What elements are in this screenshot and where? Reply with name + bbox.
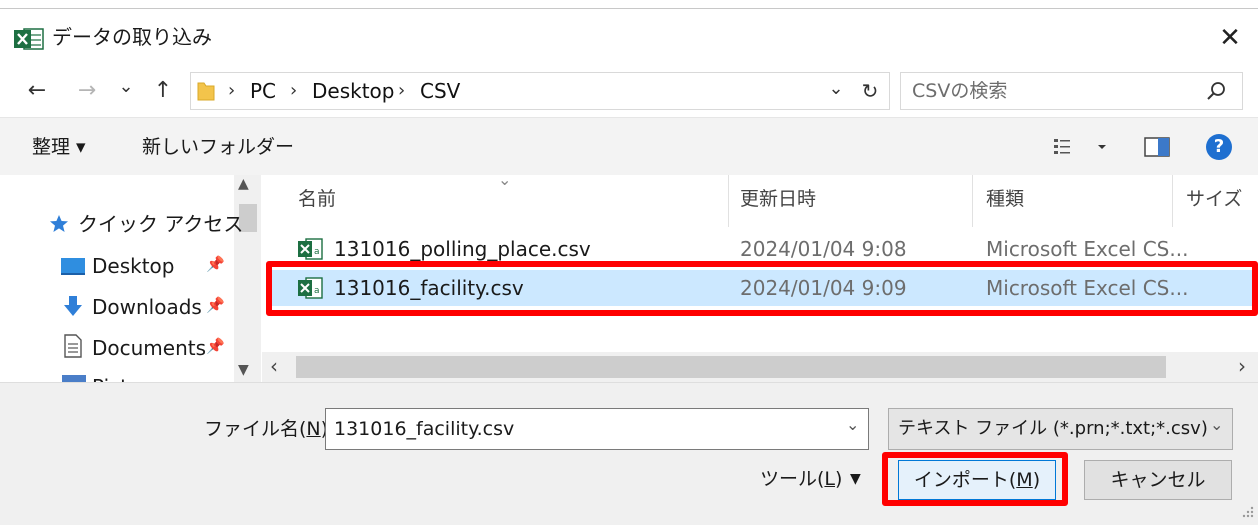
scroll-left-arrow[interactable]: ‹ bbox=[270, 354, 278, 378]
breadcrumb-desktop[interactable]: Desktop bbox=[312, 73, 394, 109]
filename-label-accesskey: N bbox=[306, 418, 321, 440]
search-icon[interactable] bbox=[1206, 80, 1228, 102]
column-divider[interactable] bbox=[972, 175, 973, 227]
resize-grip-icon[interactable] bbox=[1240, 504, 1254, 518]
star-icon bbox=[48, 213, 70, 235]
filename-label: ファイル名(N): bbox=[204, 414, 334, 444]
back-button[interactable]: ← bbox=[22, 76, 52, 106]
new-folder-button[interactable]: 新しいフォルダー bbox=[142, 132, 294, 162]
sidebar-item-desktop[interactable]: Desktop bbox=[92, 251, 174, 281]
scroll-down-arrow[interactable]: ▼ bbox=[238, 362, 249, 378]
document-icon bbox=[64, 334, 82, 358]
folder-icon bbox=[196, 79, 216, 103]
pictures-icon bbox=[62, 375, 86, 382]
highlight-box-selected-file bbox=[266, 261, 1258, 316]
breadcrumb-csv[interactable]: CSV bbox=[420, 73, 460, 109]
view-list-icon[interactable] bbox=[1052, 136, 1108, 158]
file-type-filter-value: テキスト ファイル (*.prn;*.txt;*.csv) bbox=[898, 418, 1208, 439]
preview-pane-icon[interactable] bbox=[1144, 137, 1170, 157]
csv-file-icon: a bbox=[298, 237, 324, 261]
scroll-right-arrow[interactable]: › bbox=[1238, 354, 1246, 378]
close-button[interactable]: ✕ bbox=[1210, 18, 1250, 58]
column-header-type[interactable]: 種類 bbox=[986, 184, 1024, 214]
dialog-footer bbox=[0, 382, 1258, 525]
column-header-size[interactable]: サイズ bbox=[1186, 184, 1242, 214]
help-button[interactable]: ? bbox=[1206, 134, 1232, 160]
search-placeholder: CSVの検索 bbox=[912, 80, 1008, 102]
excel-icon bbox=[14, 27, 44, 51]
address-dropdown-button[interactable]: ⌄ bbox=[824, 74, 848, 104]
breadcrumb-separator: › bbox=[228, 80, 236, 101]
highlight-box-import-button bbox=[882, 452, 1068, 506]
chevron-down-icon[interactable]: ⌄ bbox=[846, 415, 859, 434]
filename-label-text: ファイル名( bbox=[204, 418, 307, 440]
column-header-modified[interactable]: 更新日時 bbox=[740, 184, 816, 214]
column-divider[interactable] bbox=[1172, 175, 1173, 227]
svg-text:a: a bbox=[314, 247, 320, 257]
sidebar-item-quick-access[interactable]: クイック アクセス bbox=[78, 209, 243, 239]
breadcrumb-separator: › bbox=[398, 80, 406, 101]
horizontal-scroll-thumb[interactable] bbox=[296, 356, 1166, 378]
sidebar-item-downloads[interactable]: Downloads bbox=[92, 292, 202, 322]
sidebar-item-pictures[interactable]: Pict... bbox=[92, 372, 152, 382]
recent-locations-button[interactable]: ⌄ bbox=[112, 72, 140, 102]
download-arrow-icon bbox=[62, 295, 84, 317]
tools-suffix: ) bbox=[835, 468, 843, 490]
up-folder-button[interactable]: ↑ bbox=[148, 76, 178, 106]
sort-indicator-icon: ⌄ bbox=[498, 170, 512, 189]
pin-icon: 📌 bbox=[206, 337, 225, 355]
chevron-down-icon[interactable]: ⌄ bbox=[1210, 415, 1223, 434]
window-top-edge bbox=[0, 0, 1258, 9]
breadcrumb-pc[interactable]: PC bbox=[250, 73, 276, 109]
pin-icon: 📌 bbox=[206, 296, 225, 314]
tools-label: ツール( bbox=[760, 468, 825, 490]
breadcrumb-separator: › bbox=[290, 80, 298, 101]
cancel-button[interactable]: キャンセル bbox=[1084, 460, 1232, 500]
scroll-up-arrow[interactable]: ▲ bbox=[238, 176, 249, 192]
tools-accesskey: L bbox=[824, 468, 836, 490]
refresh-button[interactable]: ↻ bbox=[856, 76, 884, 106]
tools-dropdown-arrow[interactable]: ▼ bbox=[850, 466, 861, 492]
sidebar-item-documents[interactable]: Documents bbox=[92, 333, 206, 363]
window-title: データの取り込み bbox=[52, 25, 212, 49]
desktop-icon bbox=[60, 256, 86, 276]
pin-icon: 📌 bbox=[206, 255, 225, 273]
column-divider[interactable] bbox=[728, 175, 729, 227]
filename-value: 131016_facility.csv bbox=[334, 418, 515, 440]
forward-button[interactable]: → bbox=[72, 76, 102, 106]
tools-button[interactable]: ツール(L) bbox=[760, 464, 842, 494]
organize-button[interactable]: 整理 ▾ bbox=[32, 132, 86, 162]
column-header-name[interactable]: 名前 bbox=[298, 184, 336, 214]
